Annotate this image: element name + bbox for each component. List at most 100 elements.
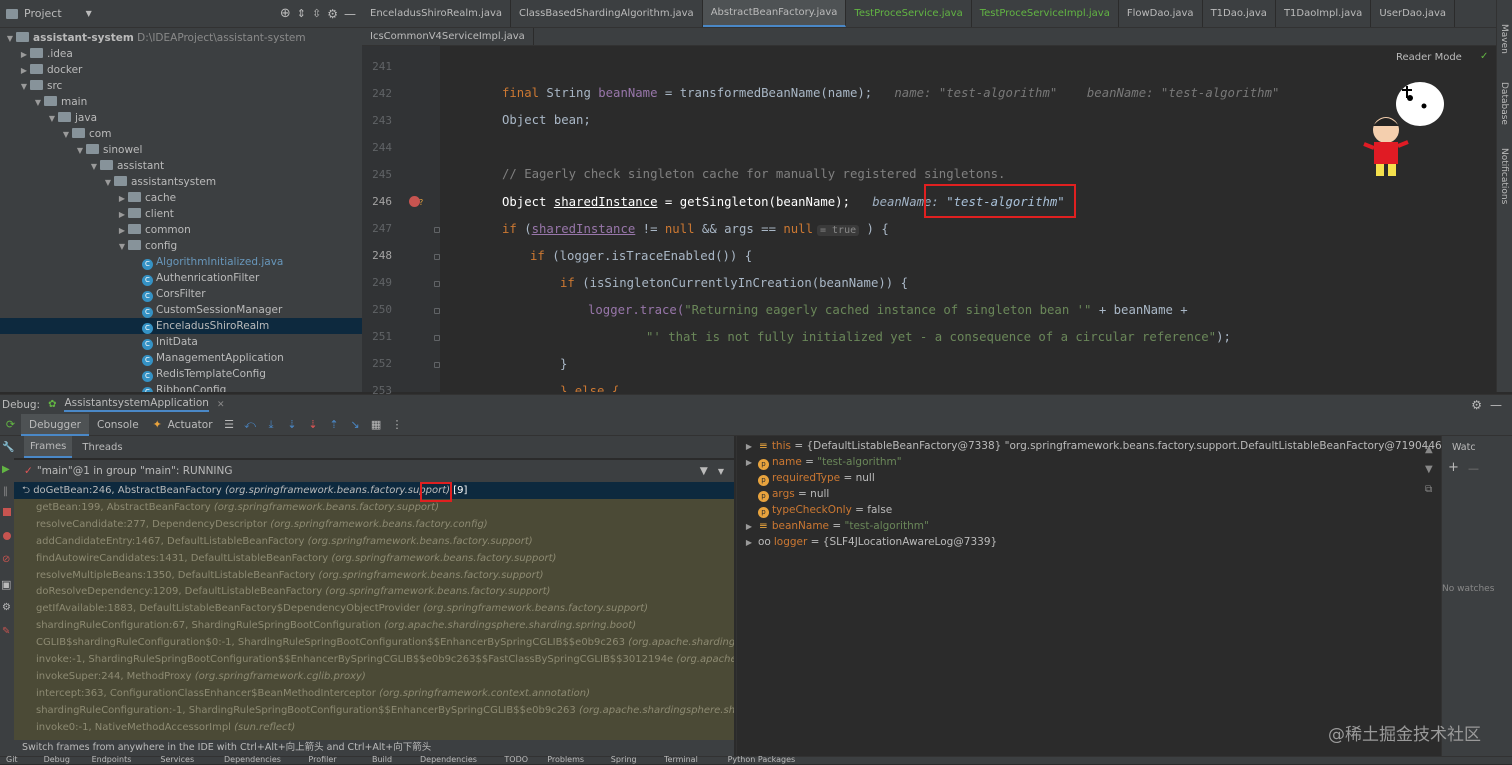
more-icon[interactable]: ⋮ — [387, 418, 408, 431]
stack-frame[interactable]: CGLIB$shardingRuleConfiguration$0:-1, Sh… — [14, 634, 734, 651]
tree-item[interactable]: C RibbonConfig — [0, 382, 362, 392]
project-title[interactable]: Project — [24, 7, 62, 20]
scroll-up-icon[interactable]: ▲ — [1425, 440, 1439, 460]
tree-item[interactable]: ▼ main — [0, 94, 362, 110]
crosshair-icon[interactable]: ⊕ — [280, 6, 291, 21]
tab-console[interactable]: Console — [89, 419, 147, 431]
chevron-right-icon[interactable]: ▶ — [18, 63, 30, 79]
chevron-down-icon[interactable]: ▼ — [86, 9, 92, 18]
step-into-icon[interactable]: ⇣ — [282, 418, 303, 431]
pin-icon[interactable]: ✎ — [2, 626, 10, 637]
editor-tab[interactable]: ClassBasedShardingAlgorithm.java — [511, 0, 703, 27]
menu-icon[interactable]: ☰ — [219, 418, 240, 431]
remove-watch-icon[interactable]: — — [1468, 462, 1479, 475]
stack-frame[interactable]: invoke:-1, ShardingRuleSpringBootConfigu… — [14, 651, 734, 668]
stack-frame[interactable]: shardingRuleConfiguration:67, ShardingRu… — [14, 617, 734, 634]
editor-tab[interactable]: TestProceService.java — [846, 0, 972, 27]
editor-tab[interactable]: TestProceServiceImpl.java — [972, 0, 1119, 27]
evaluate-icon[interactable]: ▦ — [366, 418, 387, 431]
editor-tab[interactable]: AbstractBeanFactory.java — [702, 0, 847, 27]
collapse-all-icon[interactable]: ⇳ — [312, 7, 321, 20]
chevron-down-icon[interactable]: ▼ — [4, 31, 16, 47]
copy-icon[interactable]: ⧉ — [1425, 480, 1439, 500]
stack-frame[interactable]: resolveCandidate:277, DependencyDescript… — [14, 516, 734, 533]
expand-all-icon[interactable]: ⇕ — [297, 7, 306, 20]
editor-tab[interactable]: T1Dao.java — [1203, 0, 1276, 27]
gear-icon[interactable]: ⚙ — [327, 7, 338, 21]
wrench-icon[interactable]: 🔧 — [2, 442, 14, 453]
stack-frame[interactable]: intercept:363, ConfigurationClassEnhance… — [14, 685, 734, 702]
resume-icon[interactable]: ▶ — [2, 464, 10, 475]
close-icon[interactable]: ✕ — [217, 400, 225, 410]
chevron-down-icon[interactable]: ▼ — [88, 159, 100, 175]
stack-frame[interactable]: getBean:199, AbstractBeanFactory (org.sp… — [14, 499, 734, 516]
show-execution-point-icon[interactable]: ⤺ — [240, 418, 261, 432]
chevron-down-icon[interactable]: ▼ — [18, 79, 30, 95]
tree-item[interactable]: ▼ assistant — [0, 158, 362, 174]
variable-row[interactable]: p typeCheckOnly = false — [743, 502, 892, 518]
tree-item[interactable]: ▼ assistant-system D:\IDEAProject\assista… — [0, 30, 362, 46]
stop-icon[interactable] — [3, 508, 11, 516]
tree-item[interactable]: C ManagementApplication — [0, 350, 362, 366]
notifications-tool-tab[interactable]: Notifications — [1499, 148, 1509, 204]
variable-row[interactable]: ▶ p name = "test-algorithm" — [743, 454, 902, 470]
tree-item[interactable]: ▶ client — [0, 206, 362, 222]
tree-item[interactable]: C EnceladusShiroRealm — [0, 318, 362, 334]
scroll-down-icon[interactable]: ▼ — [1425, 460, 1439, 480]
chevron-right-icon[interactable]: ▶ — [743, 519, 755, 535]
maven-tool-tab[interactable]: Maven — [1499, 24, 1509, 54]
debug-config-tab[interactable]: AssistantsystemApplication — [64, 397, 209, 412]
tree-item[interactable]: C RedisTemplateConfig — [0, 366, 362, 382]
step-over-icon[interactable]: ⤓ — [261, 418, 282, 432]
chevron-down-icon[interactable]: ▼ — [102, 175, 114, 191]
chevron-down-icon[interactable]: ▼ — [32, 95, 44, 111]
run-to-cursor-icon[interactable]: ↘ — [345, 418, 366, 431]
tree-item[interactable]: ▼ com — [0, 126, 362, 142]
rerun-icon[interactable]: ⟳ — [0, 418, 21, 431]
code-editor[interactable]: Reader Mode ✓ final String beanName = tr… — [440, 46, 1496, 392]
tree-item[interactable]: ▼ config — [0, 238, 362, 254]
tree-item[interactable]: C CustomSessionManager — [0, 302, 362, 318]
settings-icon[interactable]: ⚙ — [2, 602, 11, 613]
tree-item[interactable]: ▼ sinowel — [0, 142, 362, 158]
stack-frame[interactable]: getIfAvailable:1883, DefaultListableBean… — [14, 600, 734, 617]
stack-frame[interactable]: resolveMultipleBeans:1350, DefaultListab… — [14, 567, 734, 584]
step-out-icon[interactable]: ⇡ — [324, 418, 345, 431]
chevron-right-icon[interactable]: ▶ — [743, 439, 755, 455]
chevron-down-icon[interactable]: ▼ — [116, 239, 128, 255]
gear-icon[interactable]: ⚙ — [1471, 398, 1482, 412]
tab-frames[interactable]: Frames — [24, 436, 73, 458]
chevron-right-icon[interactable]: ▶ — [116, 223, 128, 239]
tree-item[interactable]: ▼ assistantsystem — [0, 174, 362, 190]
variable-row[interactable]: p args = null — [743, 486, 829, 502]
stack-frame[interactable]: doResolveDependency:1209, DefaultListabl… — [14, 583, 734, 600]
chevron-right-icon[interactable]: ▶ — [743, 535, 755, 551]
variable-row[interactable]: p requiredType = null — [743, 470, 875, 486]
tab-debugger[interactable]: Debugger — [21, 413, 89, 436]
stack-frame[interactable]: shardingRuleConfiguration:-1, ShardingRu… — [14, 702, 734, 719]
editor-tab[interactable]: UserDao.java — [1371, 0, 1456, 27]
chevron-down-icon[interactable]: ▼ — [46, 111, 58, 127]
minimize-icon[interactable]: — — [1490, 398, 1502, 412]
pause-icon[interactable]: ‖ — [3, 486, 8, 497]
variable-row[interactable]: ▶ ≡ beanName = "test-algorithm" — [743, 518, 929, 534]
stack-frame[interactable]: findAutowireCandidates:1431, DefaultList… — [14, 550, 734, 567]
database-tool-tab[interactable]: Database — [1499, 82, 1509, 125]
tree-item[interactable]: C InitData — [0, 334, 362, 350]
stack-frame[interactable]: ⮌ doGetBean:246, AbstractBeanFactory (or… — [14, 482, 734, 499]
thread-selector[interactable]: ✓ "main"@1 in group "main": RUNNING ▼ ▼ — [14, 460, 734, 482]
chevron-right-icon[interactable]: ▶ — [18, 47, 30, 63]
reader-mode-label[interactable]: Reader Mode — [1396, 52, 1462, 63]
tree-item[interactable]: ▶ docker — [0, 62, 362, 78]
camera-icon[interactable]: ▣ — [1, 578, 11, 591]
mute-breakpoints-icon[interactable]: ⊘ — [2, 554, 10, 565]
chevron-down-icon[interactable]: ▼ — [74, 143, 86, 159]
add-watch-icon[interactable]: + — [1448, 460, 1459, 475]
variable-row[interactable]: ▶ ≡ this = {DefaultListableBeanFactory@733… — [743, 438, 1512, 454]
stack-frame[interactable]: invoke0:-1, NativeMethodAccessorImpl (su… — [14, 719, 734, 736]
tree-item[interactable]: ▼ java — [0, 110, 362, 126]
tree-item[interactable]: C AlgorithmInitialized.java — [0, 254, 362, 270]
tab-threads[interactable]: Threads — [76, 442, 128, 453]
variable-row[interactable]: ▶ oo logger = {SLF4JLocationAwareLog@7339} — [743, 534, 997, 550]
tree-item[interactable]: C AuthenricationFilter — [0, 270, 362, 286]
